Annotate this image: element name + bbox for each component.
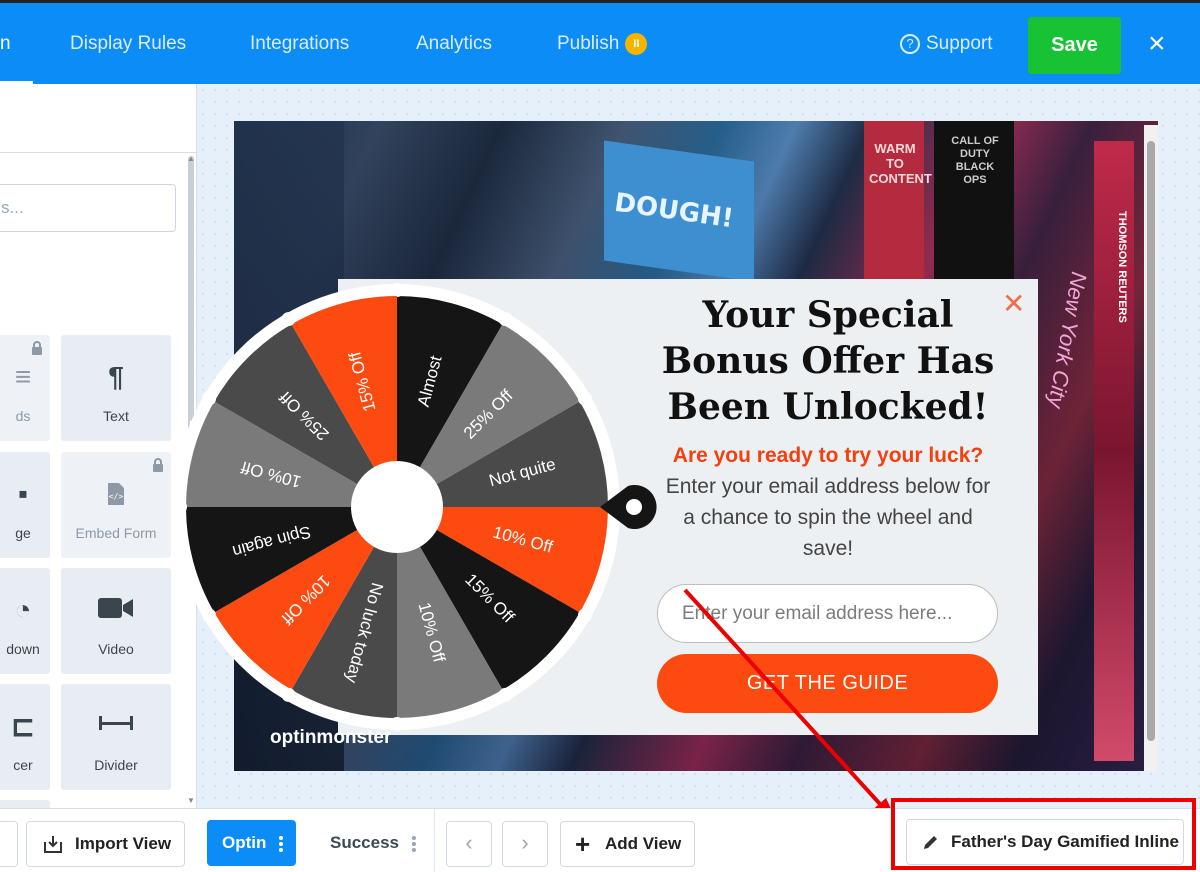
tile-spacer[interactable]: ⊏ cer bbox=[0, 684, 50, 790]
embed-form-icon: </> bbox=[108, 483, 124, 505]
tile-label: Divider bbox=[94, 757, 138, 773]
help-circle-icon: ? bbox=[900, 33, 920, 54]
sidebar-divider bbox=[0, 152, 196, 153]
optin-label: Optin bbox=[222, 833, 267, 852]
sidebar-scrollbar[interactable] bbox=[188, 156, 194, 456]
tab-analytics[interactable]: Analytics bbox=[416, 33, 492, 55]
building bbox=[234, 121, 344, 771]
subtext-highlight: Are you ready to try your luck? bbox=[672, 444, 984, 467]
save-button[interactable]: Save bbox=[1028, 17, 1121, 74]
video-icon bbox=[98, 598, 133, 618]
success-view-tab[interactable]: Success bbox=[330, 833, 416, 854]
email-field[interactable]: Enter your email address here... bbox=[657, 584, 998, 643]
support-link[interactable]: ? Support bbox=[900, 33, 993, 55]
partial-button[interactable] bbox=[0, 821, 18, 867]
nyc-sign: New York City bbox=[1043, 269, 1092, 410]
tab-integrations[interactable]: Integrations bbox=[250, 33, 349, 55]
support-label: Support bbox=[926, 33, 993, 54]
search-elements-input[interactable]: s... bbox=[0, 184, 176, 232]
elements-sidebar: s... ▲ ▼ ≡ ds ▪ ge ◔ down ⊏ cer ¶ Text <… bbox=[0, 84, 197, 808]
toolbar-separator bbox=[434, 809, 435, 872]
success-label: Success bbox=[330, 833, 399, 852]
scroll-up-icon[interactable]: ▲ bbox=[187, 154, 195, 163]
tile-label: Embed Form bbox=[75, 525, 157, 541]
divider-icon bbox=[99, 716, 133, 730]
get-the-guide-button[interactable]: GET THE GUIDE bbox=[657, 654, 998, 713]
tile-label: Text bbox=[103, 408, 129, 424]
subtext-body: Enter your email address below for a cha… bbox=[665, 475, 991, 560]
add-view-button[interactable]: + Add View bbox=[560, 821, 695, 867]
reuters-sign: THOMSON REUTERS bbox=[1116, 211, 1128, 323]
tile-image[interactable]: ▪ ge bbox=[0, 452, 50, 558]
popup-headline: Your Special Bonus Offer Has Been Unlock… bbox=[661, 294, 995, 428]
import-view-button[interactable]: Import View bbox=[26, 821, 185, 867]
scroll-down-icon[interactable]: ▼ bbox=[187, 796, 195, 805]
tile-partial[interactable] bbox=[0, 800, 50, 808]
add-view-label: Add View bbox=[605, 834, 682, 853]
chevron-right-icon: › bbox=[521, 830, 529, 855]
tile-embed-form[interactable]: </> Embed Form bbox=[61, 452, 171, 558]
annotation-highlight-box bbox=[891, 798, 1196, 870]
plus-icon: + bbox=[575, 829, 591, 859]
tab-display-rules[interactable]: Display Rules bbox=[70, 33, 186, 55]
next-view-button[interactable]: › bbox=[502, 821, 548, 867]
top-navigation-bar: n Display Rules Integrations Analytics P… bbox=[0, 0, 1200, 85]
preview-scrollbar-thumb[interactable] bbox=[1147, 141, 1155, 741]
import-view-label: Import View bbox=[75, 834, 172, 853]
tile-countdown[interactable]: ◔ down bbox=[0, 568, 50, 674]
black-ops-sign: CALL OF DUTY BLACK OPS bbox=[951, 135, 999, 186]
tab-design[interactable]: n bbox=[0, 33, 11, 55]
chevron-left-icon: ‹ bbox=[465, 830, 473, 855]
tab-publish-label: Publish bbox=[557, 33, 620, 55]
close-icon[interactable]: × bbox=[1148, 29, 1166, 59]
tile-text[interactable]: ¶ Text bbox=[61, 335, 171, 441]
paragraph-icon: ¶ bbox=[108, 361, 124, 392]
tile-video[interactable]: Video bbox=[61, 568, 171, 674]
preview-scrollbar[interactable] bbox=[1144, 125, 1158, 771]
previous-view-button[interactable]: ‹ bbox=[446, 821, 492, 867]
svg-text:</>: </> bbox=[109, 492, 124, 501]
lock-icon bbox=[32, 341, 42, 355]
import-icon bbox=[44, 836, 62, 853]
lock-icon bbox=[153, 458, 163, 472]
warm-content-sign: WARM TO CONTENT bbox=[869, 141, 932, 186]
tile-fields[interactable]: ≡ ds bbox=[0, 335, 50, 441]
kebab-menu-icon[interactable] bbox=[279, 834, 284, 854]
tile-label: Video bbox=[98, 641, 134, 657]
tab-publish[interactable]: Publish II bbox=[557, 33, 648, 55]
tile-divider[interactable]: Divider bbox=[61, 684, 171, 790]
kebab-menu-icon[interactable] bbox=[411, 834, 416, 854]
popup-subtext: Are you ready to try your luck? Enter yo… bbox=[660, 440, 996, 564]
optinmonster-logo: optinmonster bbox=[270, 727, 392, 748]
optin-view-tab[interactable]: Optin bbox=[207, 820, 296, 866]
pause-status-icon: II bbox=[625, 33, 648, 55]
